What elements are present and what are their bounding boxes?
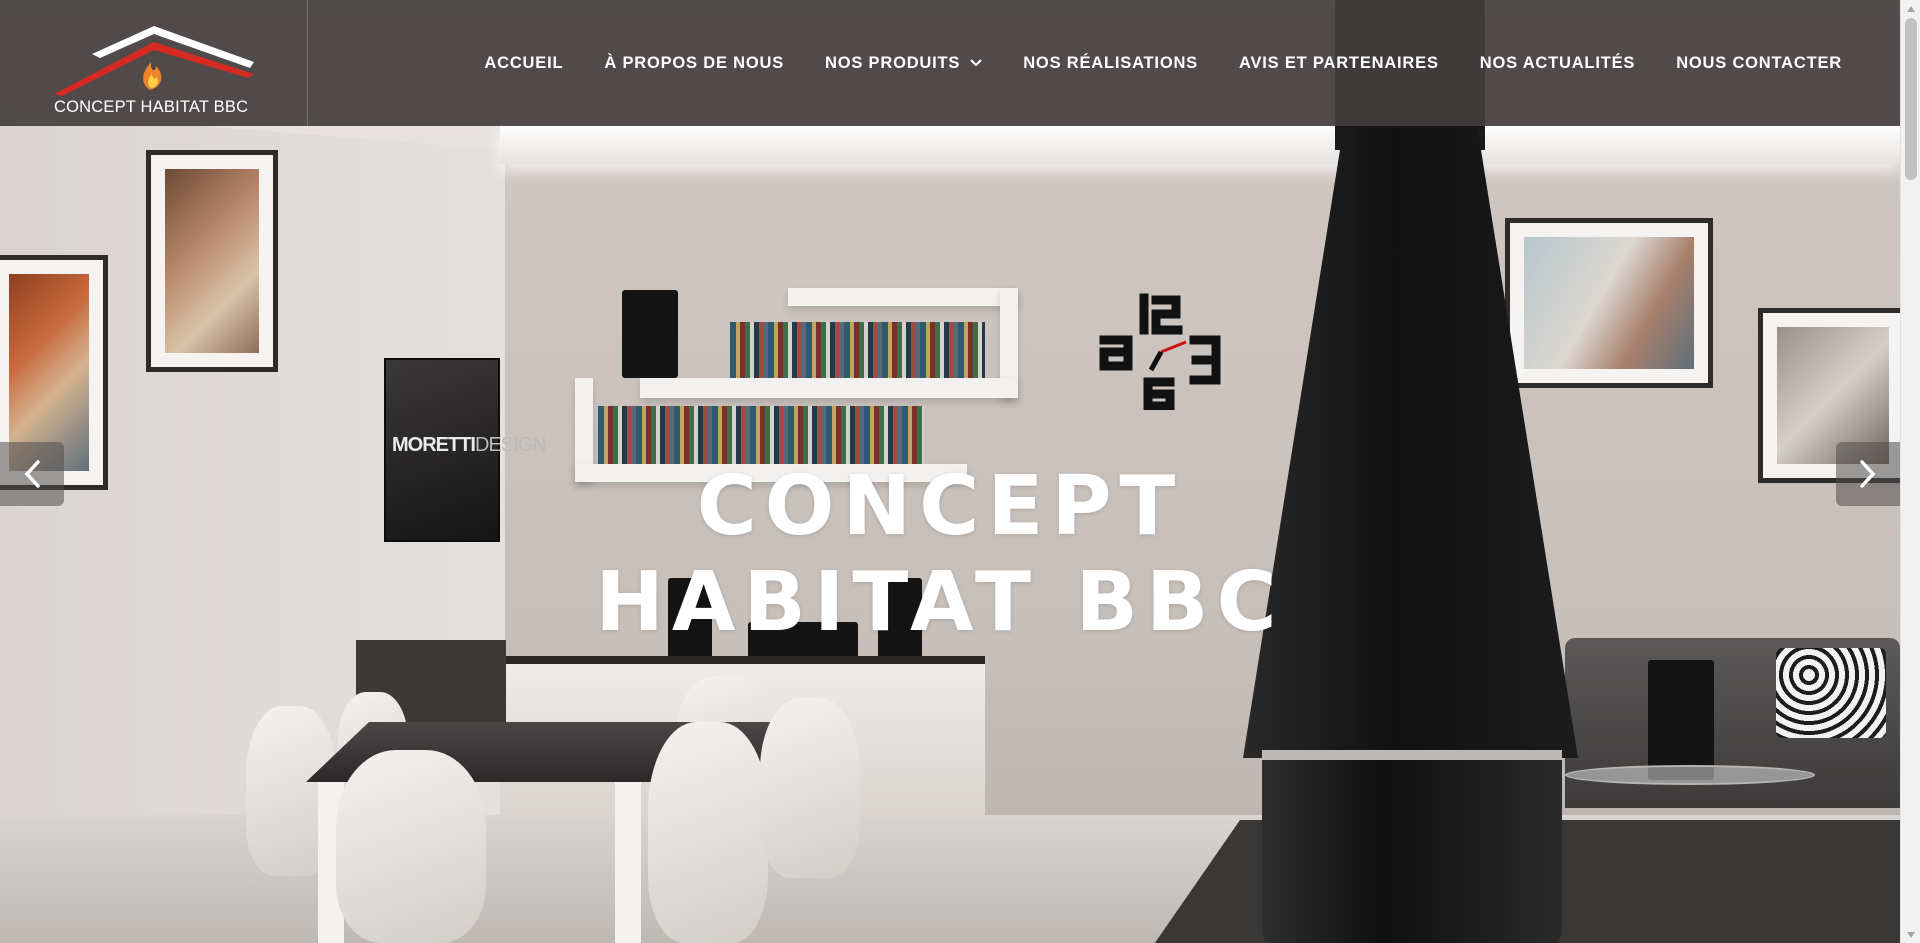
books	[730, 322, 985, 378]
chevron-right-icon	[1860, 460, 1876, 488]
slider-prev-button[interactable]	[0, 442, 64, 506]
tv-screen: MORETTIDESIGN	[384, 358, 547, 542]
page-scrollbar[interactable]	[1900, 0, 1920, 943]
nav-item-nos-actualites[interactable]: NOS ACTUALITÉS	[1480, 54, 1635, 73]
wall-shelf	[640, 378, 1018, 398]
chair	[648, 722, 768, 943]
wall-clock	[1099, 293, 1221, 410]
chair	[760, 698, 860, 878]
table-leg	[615, 782, 641, 943]
chevron-down-icon	[970, 59, 982, 67]
scroll-up-button[interactable]	[1901, 0, 1920, 17]
caret-down-icon	[1907, 931, 1915, 938]
tv-brand-label: MORETTIDESIGN	[392, 434, 547, 456]
scrollbar-thumb[interactable]	[1905, 18, 1917, 180]
roof-logo-icon	[54, 26, 254, 96]
hero-title: CONCEPT HABITAT BBC	[560, 459, 1320, 649]
nav-item-nos-produits-label: NOS PRODUITS	[825, 53, 961, 72]
nav-item-avis-partenaires[interactable]: AVIS ET PARTENAIRES	[1239, 54, 1439, 73]
ceiling-light-strip	[500, 124, 1900, 164]
cushion	[1776, 648, 1886, 738]
books	[598, 406, 924, 464]
wall-shelf	[788, 288, 1018, 306]
chevron-left-icon	[24, 460, 40, 488]
scroll-down-button[interactable]	[1901, 926, 1920, 943]
site-logo[interactable]: CONCEPT HABITAT BBC	[0, 0, 308, 126]
speaker	[1648, 660, 1714, 780]
nav-item-a-propos[interactable]: À PROPOS DE NOUS	[604, 54, 784, 73]
fireplace-firebox	[1262, 750, 1562, 943]
wall-picture	[146, 150, 278, 372]
caret-up-icon	[1907, 5, 1915, 12]
hero-title-line1: CONCEPT	[696, 459, 1184, 555]
nav-item-nos-realisations[interactable]: NOS RÉALISATIONS	[1023, 54, 1198, 73]
speaker	[622, 290, 678, 378]
main-nav: ACCUEIL À PROPOS DE NOUS NOS PRODUITS NO…	[443, 0, 1900, 126]
site-header: CONCEPT HABITAT BBC ACCUEIL À PROPOS DE …	[0, 0, 1900, 126]
coffee-table	[1565, 765, 1815, 785]
nav-item-nous-contacter[interactable]: NOUS CONTACTER	[1676, 54, 1842, 73]
nav-item-nos-produits[interactable]: NOS PRODUITS	[825, 54, 982, 73]
logo-text: CONCEPT HABITAT BBC	[54, 98, 249, 116]
slider-next-button[interactable]	[1836, 442, 1900, 506]
hero-title-line2: HABITAT BBC	[595, 554, 1285, 650]
nav-item-accueil[interactable]: ACCUEIL	[484, 54, 563, 73]
chair	[336, 750, 486, 943]
wall-picture	[1505, 218, 1713, 388]
